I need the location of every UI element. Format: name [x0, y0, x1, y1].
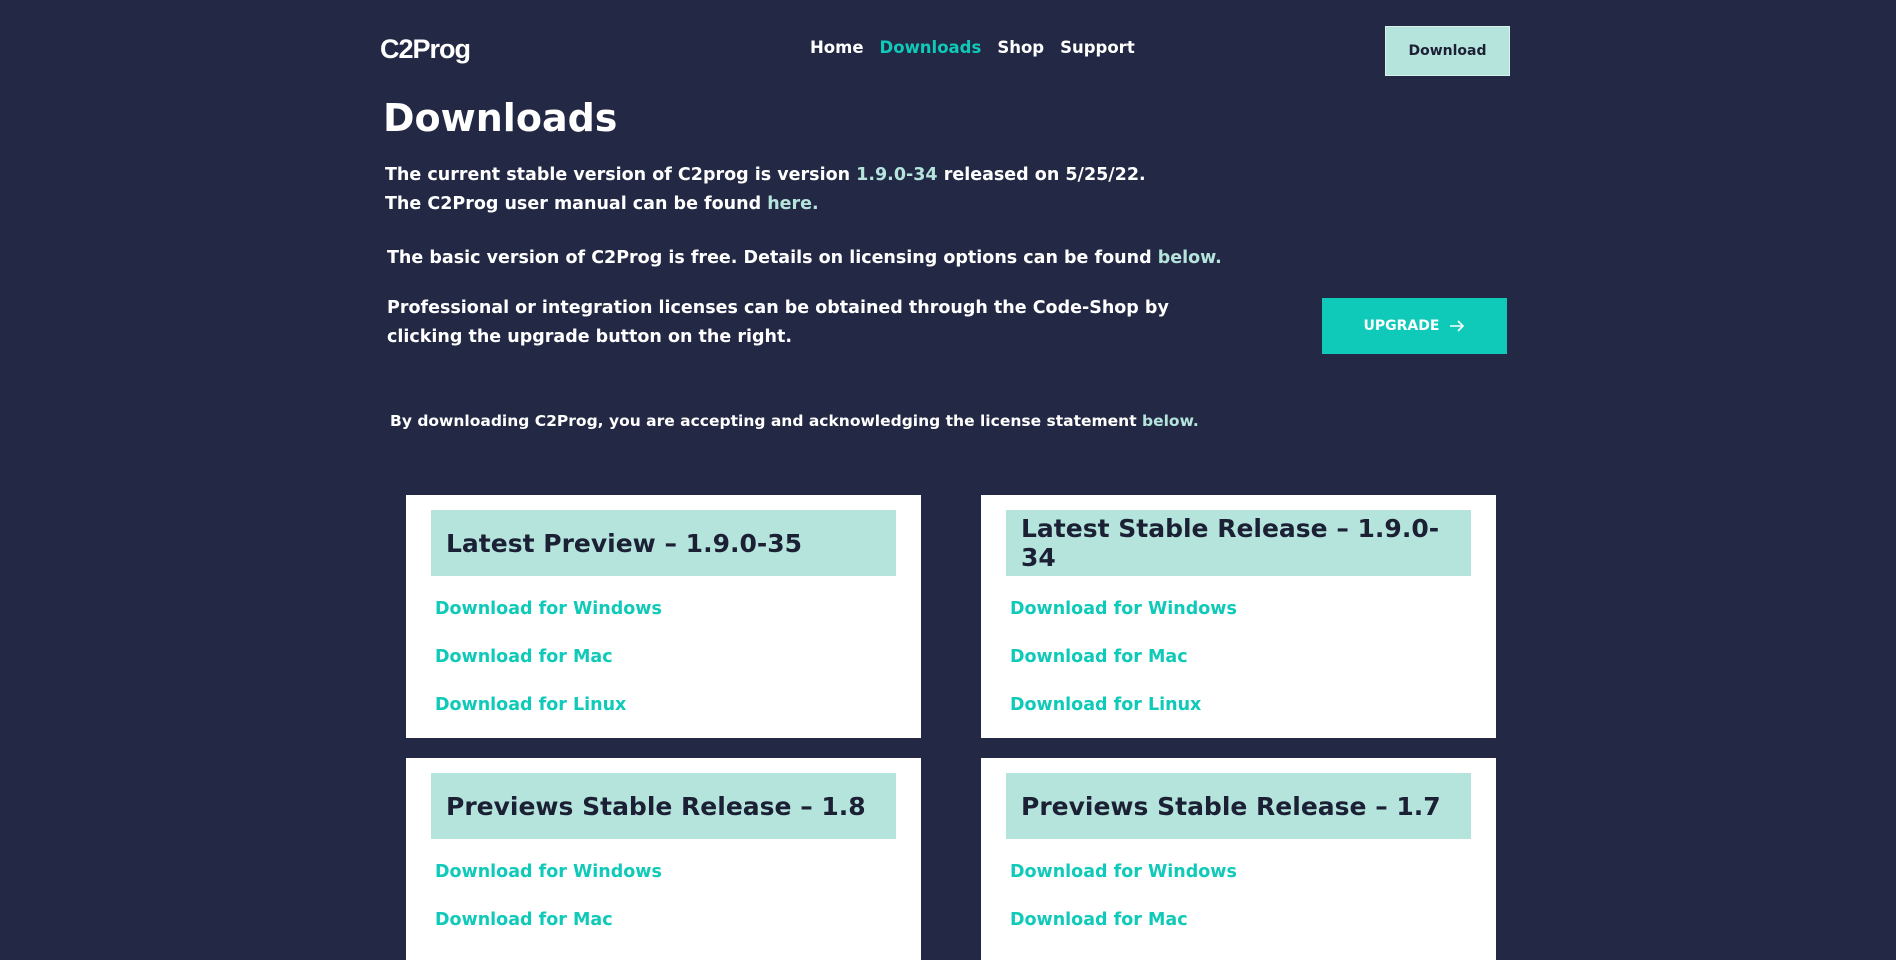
- license-note-prefix: By downloading C2Prog, you are accepting…: [390, 412, 1143, 430]
- card-title: Latest Preview – 1.9.0-35: [431, 510, 896, 576]
- download-windows-link[interactable]: Download for Windows: [1010, 862, 1237, 882]
- header-download-button[interactable]: Download: [1385, 26, 1510, 76]
- download-windows-link[interactable]: Download for Windows: [435, 599, 662, 619]
- card-latest-preview: Latest Preview – 1.9.0-35 Download for W…: [406, 495, 921, 738]
- professional-info: Professional or integration licenses can…: [387, 294, 1247, 352]
- version-line-prefix: The current stable version of C2prog is …: [385, 165, 857, 185]
- download-linux-link[interactable]: Download for Linux: [435, 695, 626, 715]
- professional-text: Professional or integration licenses can…: [387, 298, 1169, 347]
- download-windows-link[interactable]: Download for Windows: [435, 862, 662, 882]
- license-note: By downloading C2Prog, you are accepting…: [390, 412, 1199, 430]
- download-linux-link[interactable]: Download for Linux: [1010, 695, 1201, 715]
- download-windows-link[interactable]: Download for Windows: [1010, 599, 1237, 619]
- card-title: Previews Stable Release – 1.8: [431, 773, 896, 839]
- arrow-right-icon: [1450, 320, 1465, 332]
- card-stable-1-7: Previews Stable Release – 1.7 Download f…: [981, 758, 1496, 960]
- version-line-suffix: released on 5/25/22.: [937, 165, 1146, 185]
- nav-home[interactable]: Home: [810, 38, 864, 57]
- licensing-prefix: The basic version of C2Prog is free. Det…: [387, 248, 1158, 268]
- license-note-link[interactable]: below.: [1142, 412, 1199, 430]
- licensing-link[interactable]: below.: [1158, 248, 1222, 268]
- download-mac-link[interactable]: Download for Mac: [435, 647, 613, 667]
- nav-downloads[interactable]: Downloads: [880, 38, 982, 57]
- upgrade-label: UPGRADE: [1363, 318, 1440, 334]
- page: C2Prog Home Downloads Shop Support Downl…: [0, 0, 1896, 960]
- nav-support[interactable]: Support: [1060, 38, 1135, 57]
- download-mac-link[interactable]: Download for Mac: [1010, 647, 1188, 667]
- download-mac-link[interactable]: Download for Mac: [435, 910, 613, 930]
- manual-line-prefix: The C2Prog user manual can be found: [385, 194, 768, 214]
- page-title: Downloads: [383, 96, 618, 140]
- download-mac-link[interactable]: Download for Mac: [1010, 910, 1188, 930]
- upgrade-button[interactable]: UPGRADE: [1322, 298, 1507, 354]
- main-nav: Home Downloads Shop Support: [810, 38, 1151, 57]
- card-stable-1-8: Previews Stable Release – 1.8 Download f…: [406, 758, 921, 960]
- card-title: Previews Stable Release – 1.7: [1006, 773, 1471, 839]
- nav-shop[interactable]: Shop: [997, 38, 1044, 57]
- version-info: The current stable version of C2prog is …: [385, 161, 1146, 219]
- licensing-info: The basic version of C2Prog is free. Det…: [387, 244, 1222, 273]
- card-title: Latest Stable Release – 1.9.0-34: [1006, 510, 1471, 576]
- card-latest-stable: Latest Stable Release – 1.9.0-34 Downloa…: [981, 495, 1496, 738]
- manual-link[interactable]: here.: [767, 194, 818, 214]
- version-link[interactable]: 1.9.0-34: [856, 165, 937, 185]
- site-logo[interactable]: C2Prog: [380, 34, 471, 65]
